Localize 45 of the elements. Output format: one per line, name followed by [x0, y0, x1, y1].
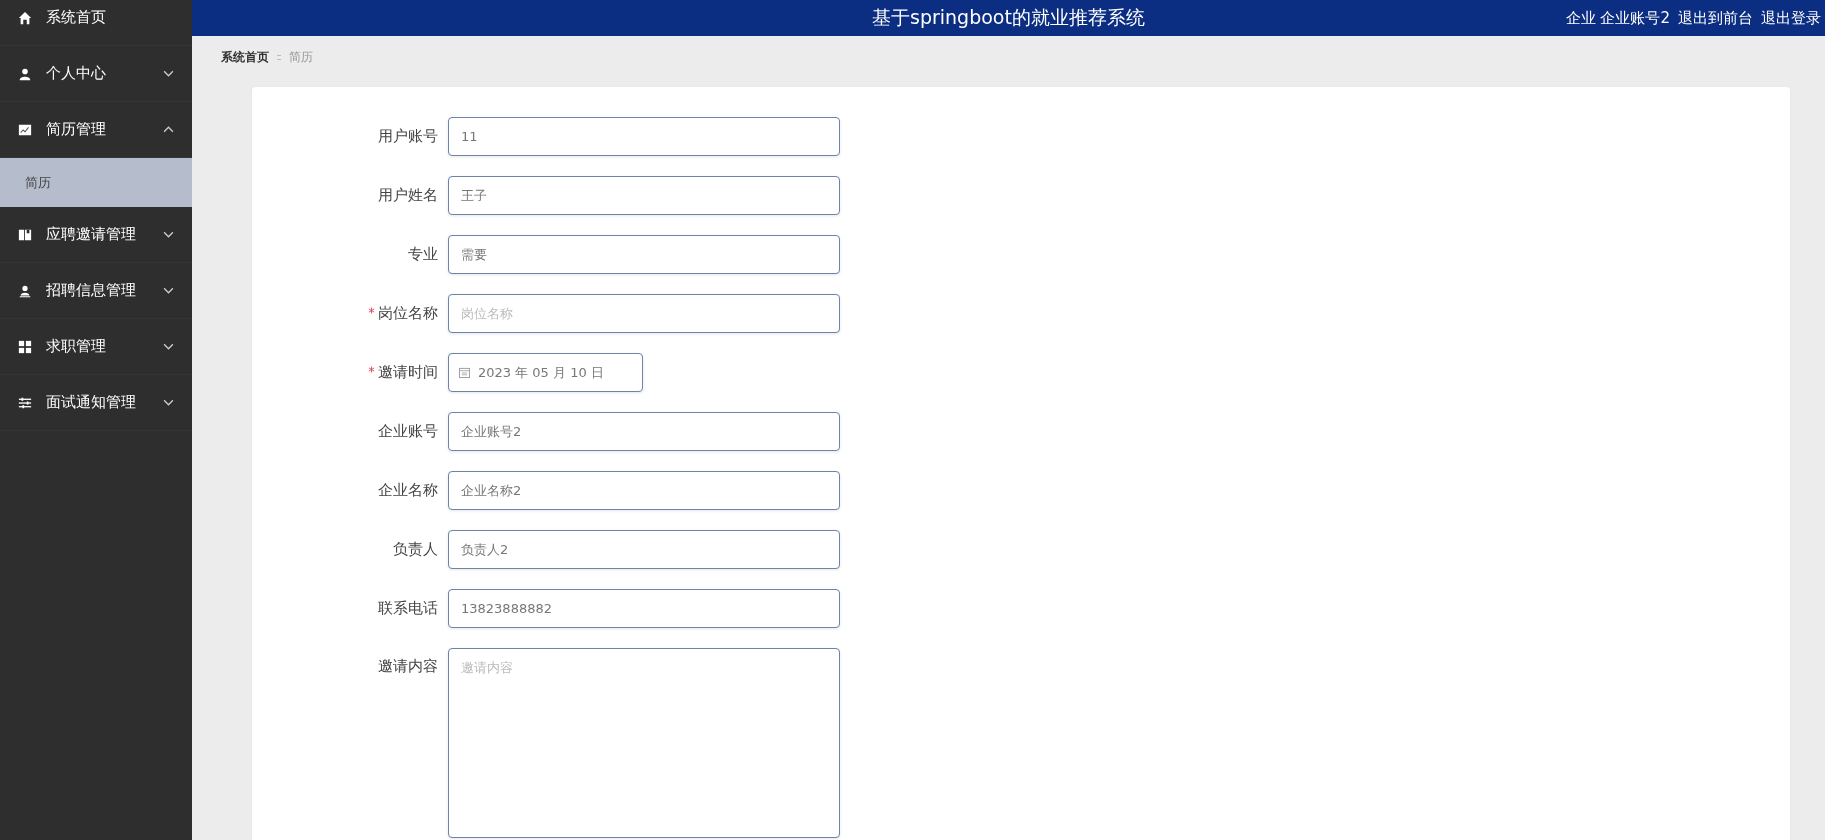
menu-icon [18, 66, 32, 81]
input-field[interactable]: 13823888882 [448, 589, 840, 628]
menu-item[interactable]: 求职管理 [0, 319, 192, 375]
menu-item[interactable]: 个人中心 [0, 46, 192, 102]
field-label: 岗位名称 [378, 304, 438, 323]
field-label: 企业账号 [378, 422, 438, 441]
chevron-icon [163, 399, 174, 406]
menu-item[interactable]: 招聘信息管理 [0, 263, 192, 319]
menu-icon [18, 283, 32, 298]
submenu-item[interactable]: 简历 [0, 158, 192, 207]
menu-item[interactable]: 面试通知管理 [0, 375, 192, 431]
chevron-icon [163, 231, 174, 238]
chevron-icon [163, 287, 174, 294]
field-label: 用户账号 [378, 127, 438, 146]
field-label: 用户姓名 [378, 186, 438, 205]
user-label: 企业 企业账号2 [1565, 8, 1670, 28]
menu-icon [18, 10, 32, 25]
header-link[interactable]: 退出到前台 [1678, 8, 1753, 28]
app-title: 基于springboot的就业推荐系统 [872, 5, 1145, 30]
chevron-icon [163, 126, 174, 133]
field-label: 企业名称 [378, 481, 438, 500]
input-field[interactable]: 11 [448, 117, 840, 156]
input-field[interactable]: 王子 [448, 176, 840, 215]
menu-icon [18, 339, 32, 354]
date-field[interactable]: 2023 年 05 月 10 日 [448, 353, 643, 392]
input-field[interactable]: 需要 [448, 235, 840, 274]
input-field[interactable]: 岗位名称 [448, 294, 840, 333]
menu-icon [18, 227, 32, 242]
calendar-icon [459, 367, 470, 378]
text-area[interactable]: 邀请内容 [448, 648, 840, 838]
menu-icon [18, 122, 32, 137]
input-field[interactable]: 负责人2 [448, 530, 840, 569]
menu-icon [18, 395, 32, 410]
chevron-icon [163, 70, 174, 77]
input-field[interactable]: 企业账号2 [448, 412, 840, 451]
field-label: 负责人 [393, 540, 438, 559]
field-label: 联系电话 [378, 599, 438, 618]
header-link[interactable]: 退出登录 [1761, 8, 1821, 28]
menu-item[interactable]: 应聘邀请管理 [0, 207, 192, 263]
field-label: 邀请时间 [378, 363, 438, 382]
input-field[interactable]: 企业名称2 [448, 471, 840, 510]
field-label: 专业 [408, 245, 438, 264]
chevron-icon [163, 343, 174, 350]
breadcrumb-link[interactable]: 系统首页 [221, 49, 269, 66]
field-label: 邀请内容 [378, 657, 438, 676]
